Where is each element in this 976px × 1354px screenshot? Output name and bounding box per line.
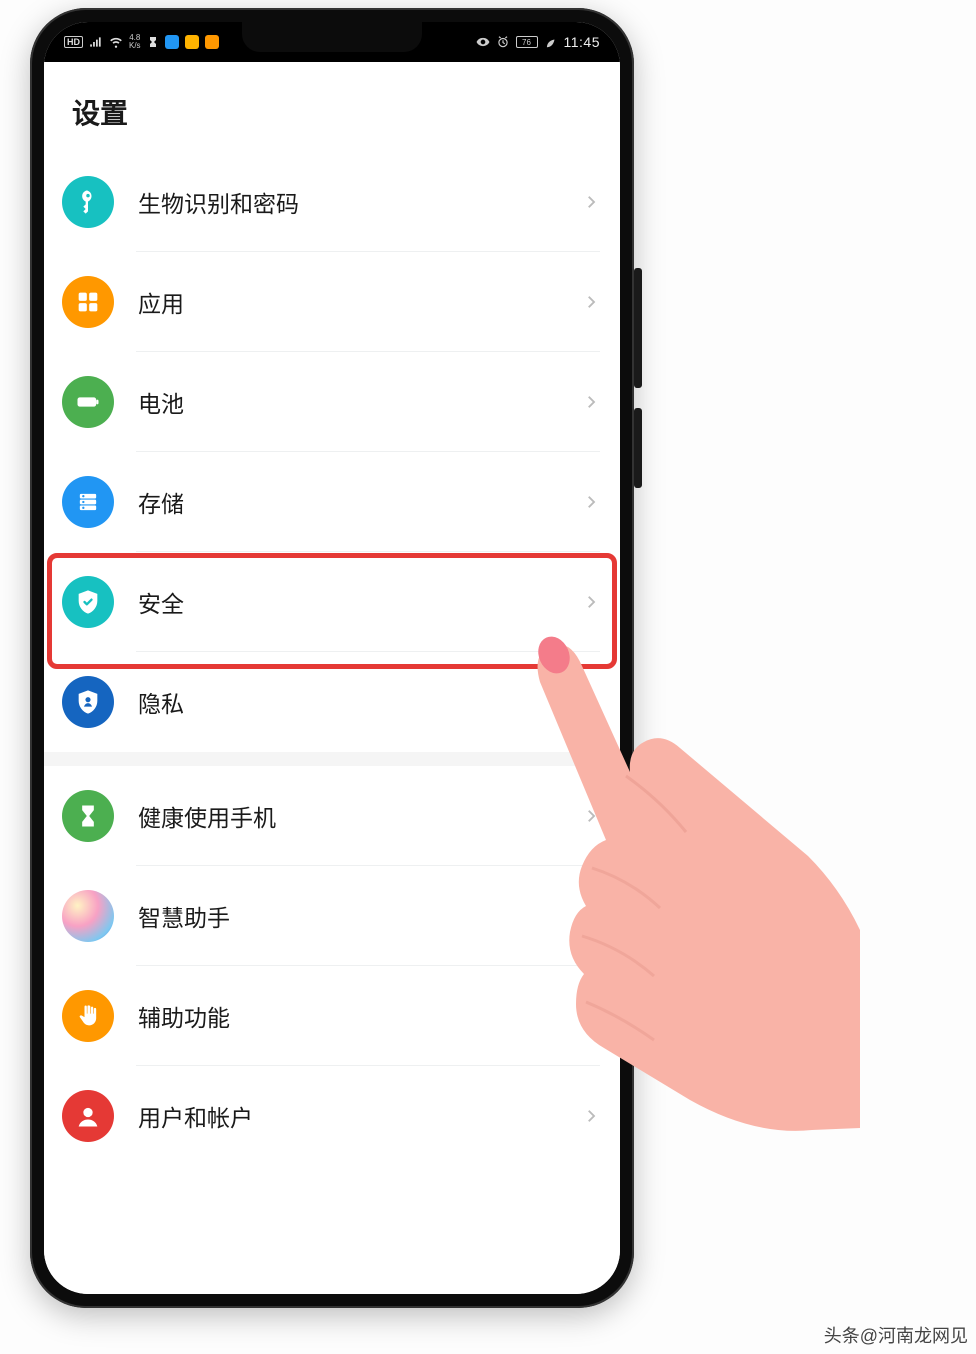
chevron-right-icon	[582, 1007, 600, 1025]
phone-side-button	[634, 408, 642, 488]
settings-row-battery[interactable]: 电池	[44, 352, 620, 452]
settings-row-label: 用户和帐户	[138, 1099, 582, 1133]
phone-frame: HD 4.8 K/s 76 11:45 设置	[30, 8, 634, 1308]
shield-check-icon	[62, 576, 114, 628]
settings-row-security[interactable]: 安全	[44, 552, 620, 652]
page-title: 设置	[44, 62, 620, 152]
hd-badge: HD	[64, 36, 83, 48]
settings-row-label: 辅助功能	[138, 999, 582, 1033]
chevron-right-icon	[582, 393, 600, 411]
settings-row-label: 应用	[138, 285, 582, 319]
hourglass-icon	[62, 790, 114, 842]
chevron-right-icon	[582, 193, 600, 211]
chevron-right-icon	[582, 1107, 600, 1125]
privacy-shield-icon	[62, 676, 114, 728]
settings-row-label: 健康使用手机	[138, 799, 582, 833]
hand-icon	[62, 990, 114, 1042]
grid-icon	[62, 276, 114, 328]
settings-row-label: 隐私	[138, 685, 582, 719]
eye-icon	[476, 35, 490, 49]
network-speed-indicator: 4.8 K/s	[129, 34, 141, 50]
signal-icon	[89, 35, 103, 49]
chevron-right-icon	[582, 807, 600, 825]
settings-row-accessibility[interactable]: 辅助功能	[44, 966, 620, 1066]
settings-row-biometrics[interactable]: 生物识别和密码	[44, 152, 620, 252]
app-indicator-icon	[205, 35, 219, 49]
settings-content: 设置 生物识别和密码 应用	[44, 62, 620, 1294]
phone-notch	[242, 22, 422, 52]
chevron-right-icon	[582, 293, 600, 311]
settings-row-label: 智慧助手	[138, 899, 582, 933]
battery-icon	[62, 376, 114, 428]
settings-row-privacy[interactable]: 隐私	[44, 652, 620, 752]
settings-group: 健康使用手机 智慧助手 辅助功能	[44, 766, 620, 1166]
assistant-gradient-icon	[62, 890, 114, 942]
settings-row-label: 安全	[138, 585, 582, 619]
leaf-icon	[544, 35, 558, 49]
chevron-right-icon	[582, 493, 600, 511]
settings-group: 生物识别和密码 应用 电池	[44, 152, 620, 752]
storage-icon	[62, 476, 114, 528]
phone-screen: HD 4.8 K/s 76 11:45 设置	[44, 22, 620, 1294]
key-icon	[62, 176, 114, 228]
settings-row-apps[interactable]: 应用	[44, 252, 620, 352]
status-bar-left: HD 4.8 K/s	[64, 34, 219, 50]
settings-row-assistant[interactable]: 智慧助手	[44, 866, 620, 966]
chevron-right-icon	[582, 593, 600, 611]
app-indicator-icon	[185, 35, 199, 49]
status-time: 11:45	[564, 34, 601, 50]
watermark-text: 头条@河南龙网见	[824, 1322, 968, 1348]
chevron-right-icon	[582, 693, 600, 711]
wifi-icon	[109, 35, 123, 49]
settings-row-accounts[interactable]: 用户和帐户	[44, 1066, 620, 1166]
hourglass-icon	[147, 36, 159, 48]
settings-row-label: 电池	[138, 385, 582, 419]
battery-icon: 76	[516, 36, 538, 48]
group-separator	[44, 752, 620, 766]
settings-row-label: 存储	[138, 485, 582, 519]
settings-row-digital-balance[interactable]: 健康使用手机	[44, 766, 620, 866]
settings-row-storage[interactable]: 存储	[44, 452, 620, 552]
app-indicator-icon	[165, 35, 179, 49]
user-icon	[62, 1090, 114, 1142]
chevron-right-icon	[582, 907, 600, 925]
alarm-icon	[496, 35, 510, 49]
settings-row-label: 生物识别和密码	[138, 185, 582, 219]
phone-side-button	[634, 268, 642, 388]
status-bar-right: 76 11:45	[476, 34, 601, 50]
